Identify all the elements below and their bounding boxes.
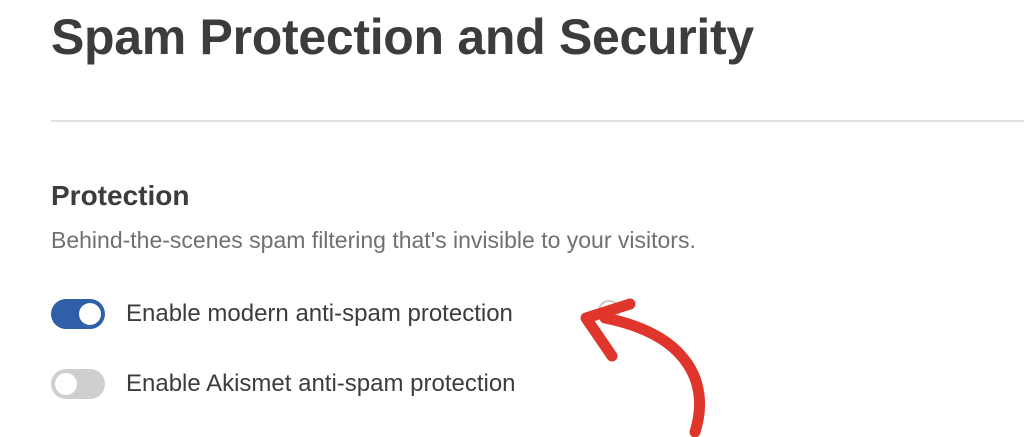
section-description: Behind-the-scenes spam filtering that's … (51, 227, 696, 253)
akismet-anti-spam-toggle[interactable] (51, 369, 105, 399)
toggle-knob (55, 373, 77, 395)
section-divider (51, 120, 1024, 122)
akismet-anti-spam-label: Enable Akismet anti-spam protection (126, 370, 516, 397)
annotation-arrow-icon (580, 298, 706, 437)
toggle-knob (79, 303, 101, 325)
akismet-anti-spam-option[interactable]: Enable Akismet anti-spam protection (51, 367, 516, 401)
page-title: Spam Protection and Security (51, 9, 754, 65)
modern-anti-spam-option[interactable]: Enable modern anti-spam protection (51, 297, 513, 331)
settings-page: Spam Protection and Security Protection … (0, 0, 1024, 437)
modern-anti-spam-toggle[interactable] (51, 299, 105, 329)
section-title: Protection (51, 180, 190, 211)
modern-anti-spam-label: Enable modern anti-spam protection (126, 300, 513, 327)
